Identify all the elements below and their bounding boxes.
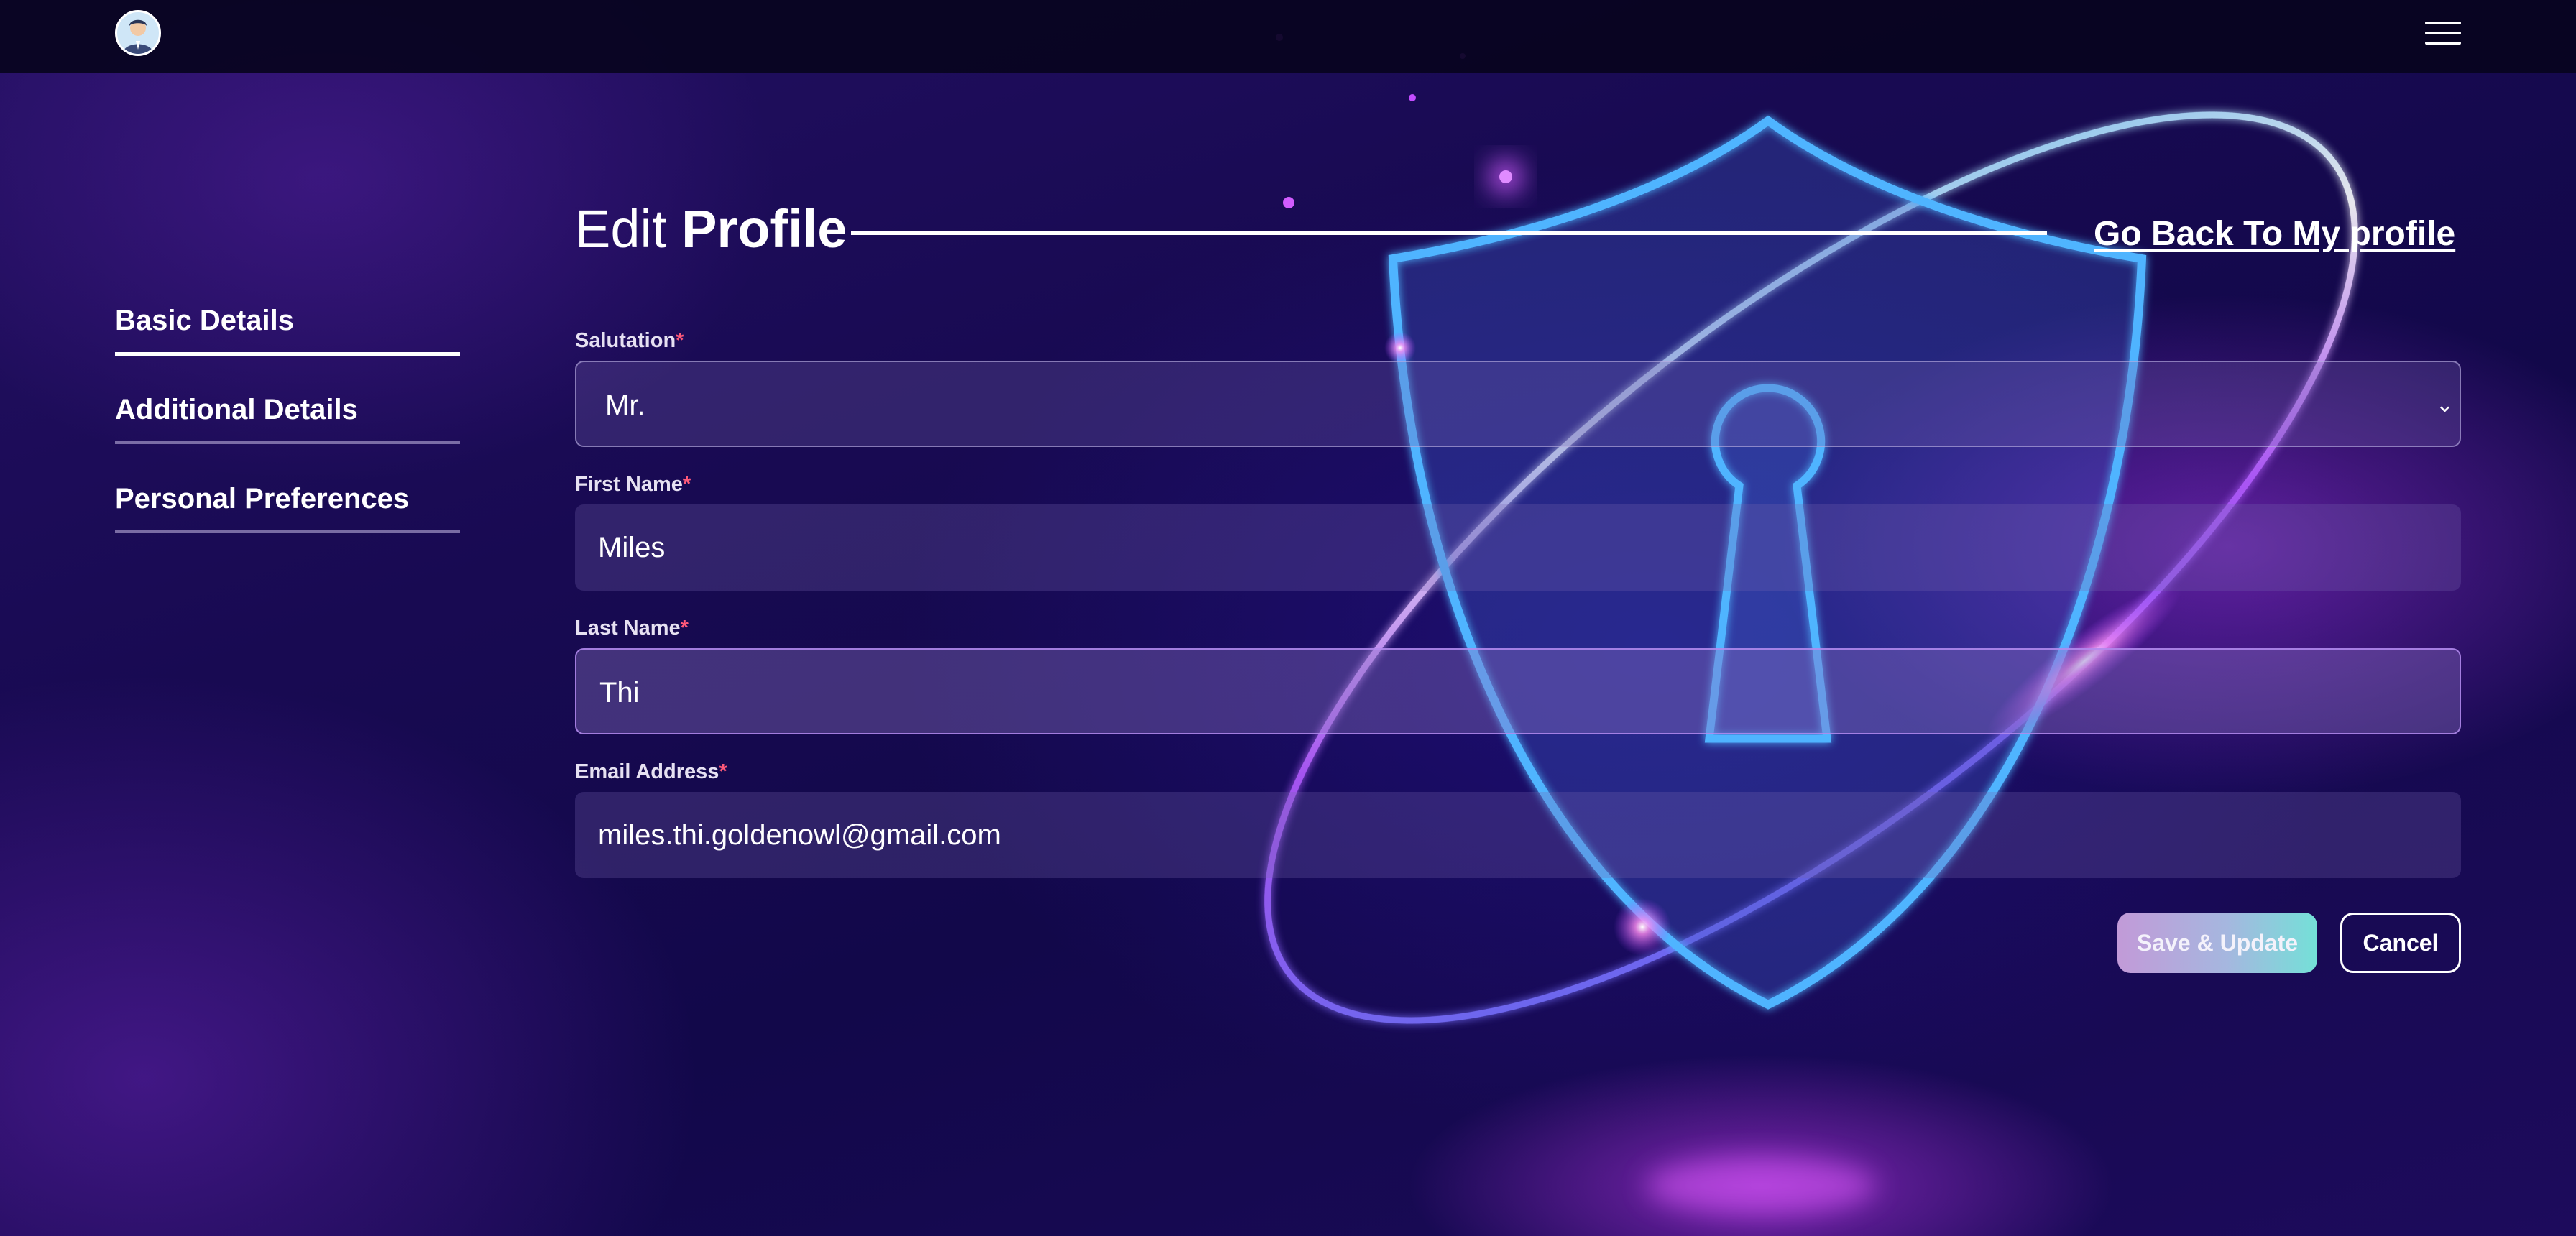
sidebar-item-label: Additional Details: [115, 394, 358, 425]
first-name-input[interactable]: Miles: [575, 504, 2461, 591]
chevron-down-icon: ⌄: [2435, 393, 2454, 417]
required-marker: *: [719, 760, 727, 783]
salutation-label-text: Salutation: [575, 329, 676, 352]
sidebar-item-personal-preferences[interactable]: Personal Preferences: [115, 480, 460, 569]
sidebar-item-label: Personal Preferences: [115, 483, 410, 515]
page-title-bold: Profile: [681, 199, 847, 259]
salutation-label: Salutation*: [575, 329, 684, 353]
salutation-value: Mr.: [605, 389, 645, 421]
title-divider: [851, 231, 2047, 235]
page-title: Edit Profile: [575, 203, 847, 256]
required-marker: *: [682, 473, 691, 496]
first-name-value: Miles: [598, 532, 666, 563]
sidebar-item-additional-details[interactable]: Additional Details: [115, 391, 460, 480]
last-name-value: Thi: [599, 677, 640, 709]
salutation-select[interactable]: Mr. ⌄: [575, 361, 2461, 447]
cancel-button[interactable]: Cancel: [2340, 913, 2461, 973]
last-name-label: Last Name*: [575, 617, 689, 640]
first-name-label-text: First Name: [575, 473, 683, 496]
last-name-label-text: Last Name: [575, 617, 681, 640]
last-name-input[interactable]: Thi: [575, 648, 2461, 734]
profile-sections-nav: Basic Details Additional Details Persona…: [115, 302, 460, 569]
shield-lock-illustration: [1264, 34, 2358, 1214]
required-marker: *: [676, 329, 684, 352]
top-navigation-bar: [0, 0, 2576, 73]
user-avatar-icon[interactable]: [115, 10, 161, 56]
email-input[interactable]: miles.thi.goldenowl@gmail.com: [575, 792, 2461, 878]
go-back-to-profile-link[interactable]: Go Back To My profile: [2094, 214, 2455, 254]
first-name-label: First Name*: [575, 473, 691, 497]
required-marker: *: [680, 617, 689, 640]
item-underline: [115, 441, 460, 444]
active-underline: [115, 352, 460, 356]
page-title-light: Edit: [575, 199, 667, 259]
sidebar-item-label: Basic Details: [115, 305, 295, 336]
email-value: miles.thi.goldenowl@gmail.com: [598, 819, 1001, 851]
hamburger-menu-icon[interactable]: [2425, 22, 2461, 45]
sidebar-item-basic-details[interactable]: Basic Details: [115, 302, 460, 391]
save-update-button[interactable]: Save & Update: [2117, 913, 2317, 973]
email-label: Email Address*: [575, 760, 727, 784]
email-label-text: Email Address: [575, 760, 719, 783]
item-underline: [115, 530, 460, 533]
